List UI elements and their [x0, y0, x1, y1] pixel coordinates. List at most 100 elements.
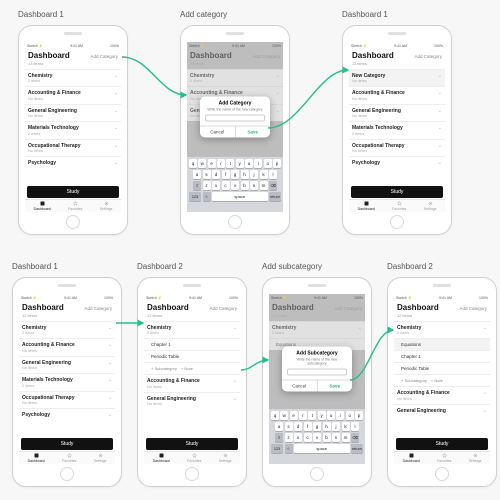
- category-row[interactable]: Occupational Therapy⌄ No items: [19, 391, 115, 409]
- category-row[interactable]: Chemistry⌄ 2 items: [25, 69, 121, 87]
- category-list[interactable]: Chemistry⌄ 2 items Accounting & Finance⌄…: [25, 69, 121, 187]
- category-row[interactable]: Accounting & Finance⌄ No items: [19, 338, 115, 356]
- key[interactable]: e: [208, 159, 216, 168]
- add-category-button[interactable]: Add Category: [90, 54, 118, 59]
- key[interactable]: ☺: [285, 444, 293, 453]
- key[interactable]: j: [332, 422, 340, 431]
- category-row[interactable]: Occupational Therapy⌄ No items: [349, 139, 445, 157]
- key[interactable]: ⌫: [351, 433, 359, 442]
- key[interactable]: x: [294, 433, 302, 442]
- key[interactable]: o: [264, 159, 272, 168]
- key[interactable]: v: [313, 433, 321, 442]
- tab-favorites[interactable]: Favorites: [187, 453, 201, 463]
- tab-dashboard[interactable]: Dashboard: [403, 453, 420, 463]
- category-row[interactable]: General Engineering⌄ No items: [144, 392, 240, 410]
- add-subcategory-button[interactable]: + Subcategory: [401, 378, 427, 383]
- tab-favorites[interactable]: Favorites: [392, 201, 406, 211]
- key[interactable]: g: [313, 422, 321, 431]
- category-row[interactable]: General Engineering⌄ No items: [19, 356, 115, 374]
- key[interactable]: l: [351, 422, 359, 431]
- tab-settings[interactable]: Settings: [469, 453, 482, 463]
- category-row[interactable]: General Engineering⌄: [394, 404, 490, 417]
- key[interactable]: i: [336, 411, 344, 420]
- category-row[interactable]: Accounting & Finance⌄ No items: [349, 86, 445, 104]
- keyboard[interactable]: qwertyuiopasdfghjkl⇧zxcvbnm⌫123☺spaceret…: [187, 157, 283, 212]
- key[interactable]: w: [280, 411, 288, 420]
- cancel-button[interactable]: Cancel: [282, 380, 317, 391]
- key[interactable]: m: [260, 181, 268, 190]
- category-row[interactable]: Psychology⌄: [25, 156, 121, 169]
- key[interactable]: t: [226, 159, 234, 168]
- subcategory-row[interactable]: Periodic Table: [144, 350, 240, 362]
- category-row[interactable]: Chemistry⌄ 2 items: [394, 321, 490, 339]
- add-category-button[interactable]: Add Category: [252, 54, 280, 59]
- category-row[interactable]: Chemistry⌄ 2 items: [187, 69, 283, 87]
- tab-settings[interactable]: Settings: [424, 201, 437, 211]
- category-row[interactable]: Materials Technology⌄ 2 items: [25, 121, 121, 139]
- category-row[interactable]: Accounting & Finance⌄ No items: [144, 374, 240, 392]
- key[interactable]: w: [198, 159, 206, 168]
- category-row[interactable]: Materials Technology⌄ 2 items: [19, 373, 115, 391]
- category-row[interactable]: General Engineering⌄ No items: [25, 104, 121, 122]
- tab-favorites[interactable]: Favorites: [68, 201, 82, 211]
- key[interactable]: return: [269, 192, 281, 201]
- add-category-button[interactable]: Add Category: [334, 306, 362, 311]
- category-list[interactable]: Chemistry⌄ 2 items EquationsChapter 1Per…: [394, 321, 490, 439]
- key[interactable]: t: [308, 411, 316, 420]
- tab-dashboard[interactable]: Dashboard: [34, 201, 51, 211]
- key[interactable]: ☺: [203, 192, 211, 201]
- key[interactable]: b: [241, 181, 249, 190]
- key[interactable]: b: [323, 433, 331, 442]
- save-button[interactable]: Save: [235, 126, 271, 137]
- key[interactable]: z: [285, 433, 293, 442]
- key[interactable]: y: [236, 159, 244, 168]
- category-row[interactable]: Materials Technology⌄ 2 items: [349, 121, 445, 139]
- key[interactable]: u: [245, 159, 253, 168]
- key[interactable]: h: [323, 422, 331, 431]
- tab-favorites[interactable]: Favorites: [62, 453, 76, 463]
- key[interactable]: m: [342, 433, 350, 442]
- tab-dashboard[interactable]: Dashboard: [153, 453, 170, 463]
- add-note-button[interactable]: + Note: [431, 378, 443, 383]
- key[interactable]: ⇧: [275, 433, 283, 442]
- key[interactable]: 123: [271, 444, 283, 453]
- category-row[interactable]: Accounting & Finance⌄ No items: [394, 386, 490, 404]
- key[interactable]: 123: [189, 192, 201, 201]
- key[interactable]: n: [250, 181, 258, 190]
- study-button[interactable]: Study: [27, 186, 119, 198]
- tab-dashboard[interactable]: Dashboard: [358, 201, 375, 211]
- key[interactable]: g: [231, 170, 239, 179]
- key[interactable]: d: [212, 170, 220, 179]
- key[interactable]: j: [250, 170, 258, 179]
- key[interactable]: q: [271, 411, 279, 420]
- category-row[interactable]: New Category⌄ No items: [349, 69, 445, 87]
- key[interactable]: return: [351, 444, 363, 453]
- key[interactable]: u: [327, 411, 335, 420]
- category-row[interactable]: Chemistry⌄ 2 items: [269, 321, 365, 339]
- tab-settings[interactable]: Settings: [219, 453, 232, 463]
- category-row[interactable]: Occupational Therapy⌄ No items: [25, 139, 121, 157]
- key[interactable]: x: [212, 181, 220, 190]
- study-button[interactable]: Study: [146, 438, 238, 450]
- add-note-button[interactable]: + Note: [181, 366, 193, 371]
- key[interactable]: c: [222, 181, 230, 190]
- key[interactable]: h: [241, 170, 249, 179]
- modal-input[interactable]: [287, 368, 347, 375]
- category-row[interactable]: Chemistry⌄ 2 items: [19, 321, 115, 339]
- category-row[interactable]: Psychology⌄: [349, 156, 445, 169]
- study-button[interactable]: Study: [351, 186, 443, 198]
- subcategory-row[interactable]: Equations: [394, 338, 490, 350]
- key[interactable]: y: [318, 411, 326, 420]
- key[interactable]: n: [332, 433, 340, 442]
- key[interactable]: ⌫: [269, 181, 277, 190]
- study-button[interactable]: Study: [396, 438, 488, 450]
- key[interactable]: i: [254, 159, 262, 168]
- key[interactable]: k: [342, 422, 350, 431]
- key[interactable]: c: [304, 433, 312, 442]
- key[interactable]: p: [355, 411, 363, 420]
- key[interactable]: a: [275, 422, 283, 431]
- category-list[interactable]: Chemistry⌄ 2 items Accounting & Finance⌄…: [19, 321, 115, 439]
- key[interactable]: q: [189, 159, 197, 168]
- subcategory-row[interactable]: Chapter 1: [394, 350, 490, 362]
- keyboard[interactable]: qwertyuiopasdfghjkl⇧zxcvbnm⌫123☺spaceret…: [269, 409, 365, 464]
